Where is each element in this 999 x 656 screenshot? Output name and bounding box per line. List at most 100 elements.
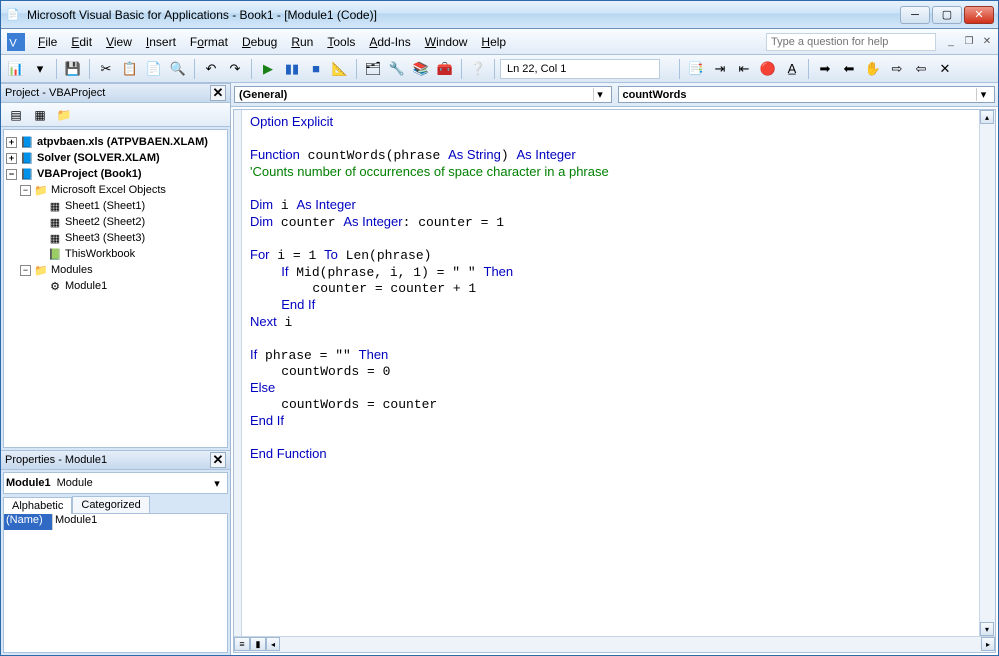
folder-icon: 📁 — [34, 183, 48, 197]
tree-item-sheet2[interactable]: ▦Sheet2 (Sheet2) — [6, 214, 225, 230]
menu-tools[interactable]: Tools — [320, 32, 362, 52]
help-search-input[interactable] — [766, 33, 936, 51]
project-panel-close-button[interactable]: ✕ — [210, 85, 226, 101]
separator — [356, 59, 357, 79]
properties-panel-close-button[interactable]: ✕ — [210, 452, 226, 468]
help-button[interactable]: ❔ — [467, 58, 489, 80]
breakpoint-button[interactable]: 🔴 — [757, 58, 779, 80]
separator — [194, 59, 195, 79]
reset-button[interactable]: ■ — [305, 58, 327, 80]
save-button[interactable]: 💾 — [62, 58, 84, 80]
workbook-icon: 📗 — [48, 247, 62, 261]
list-properties-button[interactable]: 📑 — [685, 58, 707, 80]
project-explorer-button[interactable]: 🗂 — [362, 58, 384, 80]
insert-dropdown-button[interactable]: ▾ — [29, 58, 51, 80]
expand-icon[interactable]: + — [6, 153, 17, 164]
menu-view[interactable]: View — [99, 32, 139, 52]
design-mode-button[interactable]: 📐 — [329, 58, 351, 80]
properties-grid[interactable]: (Name) Module1 — [3, 513, 228, 653]
tree-item-thisworkbook[interactable]: 📗ThisWorkbook — [6, 246, 225, 262]
break-button[interactable]: ▮▮ — [281, 58, 303, 80]
tree-item-module1[interactable]: ⚙Module1 — [6, 278, 225, 294]
properties-button[interactable]: 🔧 — [386, 58, 408, 80]
next-bookmark-button[interactable]: ⇨ — [886, 58, 908, 80]
collapse-icon[interactable]: − — [6, 169, 17, 180]
menu-addins[interactable]: Add-Ins — [362, 32, 417, 52]
indent-button[interactable]: ⇥ — [709, 58, 731, 80]
copy-button[interactable]: 📋 — [119, 58, 141, 80]
mdi-close-button[interactable]: ✕ — [980, 36, 994, 48]
outdent-block-button[interactable]: ⬅ — [838, 58, 860, 80]
expand-icon[interactable]: + — [6, 137, 17, 148]
mdi-restore-button[interactable]: ❐ — [962, 36, 976, 48]
maximize-button[interactable]: ▢ — [932, 6, 962, 24]
indent-block-button[interactable]: ➡ — [814, 58, 836, 80]
menu-run[interactable]: Run — [284, 32, 320, 52]
tree-item-vbaproject[interactable]: −📘VBAProject (Book1) — [6, 166, 225, 182]
tree-item-modules[interactable]: −📁Modules — [6, 262, 225, 278]
scroll-up-button[interactable]: ▴ — [980, 110, 994, 124]
sheet-icon: ▦ — [48, 199, 62, 213]
tree-item-solver[interactable]: +📘Solver (SOLVER.XLAM) — [6, 150, 225, 166]
view-excel-button[interactable]: 📊 — [5, 58, 27, 80]
run-button[interactable]: ▶ — [257, 58, 279, 80]
toggle-folders-button[interactable]: 📁 — [53, 105, 75, 125]
menu-edit[interactable]: Edit — [64, 32, 99, 52]
dropdown-icon[interactable]: ▾ — [976, 88, 990, 101]
vertical-scrollbar[interactable]: ▴ ▾ — [979, 110, 995, 636]
separator — [56, 59, 57, 79]
menu-insert[interactable]: Insert — [139, 32, 183, 52]
menu-debug[interactable]: Debug — [235, 32, 284, 52]
prev-bookmark-button[interactable]: ⇦ — [910, 58, 932, 80]
menu-format[interactable]: Format — [183, 32, 235, 52]
procedure-view-button[interactable]: ≡ — [234, 637, 250, 651]
cut-button[interactable]: ✂ — [95, 58, 117, 80]
properties-object-combo[interactable]: Module1 Module ▾ — [3, 472, 228, 494]
full-module-view-button[interactable]: ▮ — [250, 637, 266, 651]
scroll-right-button[interactable]: ▸ — [981, 637, 995, 651]
mdi-minimize-button[interactable]: _ — [944, 36, 958, 48]
collapse-icon[interactable]: − — [20, 185, 31, 196]
tree-item-excel-objects[interactable]: −📁Microsoft Excel Objects — [6, 182, 225, 198]
tab-categorized[interactable]: Categorized — [72, 496, 149, 513]
procedure-selector[interactable]: countWords ▾ — [618, 86, 996, 103]
object-selector[interactable]: (General) ▾ — [234, 86, 612, 103]
close-button[interactable]: ✕ — [964, 6, 994, 24]
scroll-down-button[interactable]: ▾ — [980, 622, 994, 636]
menu-file[interactable]: File — [31, 32, 64, 52]
dropdown-icon[interactable]: ▾ — [593, 88, 607, 101]
property-value[interactable]: Module1 — [52, 514, 227, 530]
properties-combo-type: Module — [57, 477, 93, 489]
tab-alphabetic[interactable]: Alphabetic — [3, 497, 72, 514]
paste-button[interactable]: 📄 — [143, 58, 165, 80]
toggle-bookmark-button[interactable]: ✋ — [862, 58, 884, 80]
property-row-name[interactable]: (Name) Module1 — [4, 514, 227, 530]
tree-item-atpvbaen[interactable]: +📘atpvbaen.xls (ATPVBAEN.XLAM) — [6, 134, 225, 150]
comment-block-button[interactable]: A̲ — [781, 58, 803, 80]
view-code-button[interactable]: ▤ — [5, 105, 27, 125]
tree-item-sheet1[interactable]: ▦Sheet1 (Sheet1) — [6, 198, 225, 214]
view-object-button[interactable]: ▦ — [29, 105, 51, 125]
svg-text:V: V — [9, 37, 17, 49]
horizontal-scrollbar[interactable]: ≡ ▮ ◂ ▸ — [234, 636, 995, 652]
project-tree[interactable]: +📘atpvbaen.xls (ATPVBAEN.XLAM) +📘Solver … — [3, 129, 228, 448]
code-gutter — [234, 110, 242, 652]
menu-help[interactable]: Help — [474, 32, 513, 52]
code-editor[interactable]: Option Explicit Function countWords(phra… — [233, 109, 996, 653]
procedure-selector-value: countWords — [623, 89, 977, 101]
outdent-button[interactable]: ⇤ — [733, 58, 755, 80]
toolbox-button[interactable]: 🧰 — [434, 58, 456, 80]
dropdown-icon[interactable]: ▾ — [209, 477, 225, 490]
redo-button[interactable]: ↷ — [224, 58, 246, 80]
scroll-left-button[interactable]: ◂ — [266, 637, 280, 651]
find-button[interactable]: 🔍 — [167, 58, 189, 80]
code-content[interactable]: Option Explicit Function countWords(phra… — [234, 110, 995, 467]
separator — [808, 59, 809, 79]
undo-button[interactable]: ↶ — [200, 58, 222, 80]
minimize-button[interactable]: ─ — [900, 6, 930, 24]
clear-bookmarks-button[interactable]: ✕ — [934, 58, 956, 80]
tree-item-sheet3[interactable]: ▦Sheet3 (Sheet3) — [6, 230, 225, 246]
object-browser-button[interactable]: 📚 — [410, 58, 432, 80]
collapse-icon[interactable]: − — [20, 265, 31, 276]
menu-window[interactable]: Window — [418, 32, 475, 52]
